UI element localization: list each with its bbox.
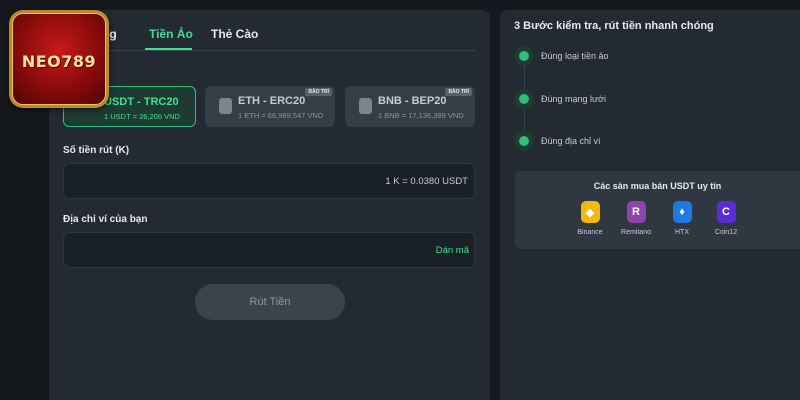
maintenance-badge: BẢO TRÌ [305, 88, 332, 96]
tab-crypto[interactable]: Tiền Ảo [149, 27, 193, 41]
exchange-name: Coin12 [714, 229, 738, 236]
coin-rate: 1 ETH = 66,989,547 VND [238, 111, 324, 120]
exchange-remitano[interactable]: R Remitano [616, 201, 656, 236]
wallet-label: Địa chỉ ví của bạn [63, 214, 148, 225]
exchange-list: Các sàn mua bán USDT uy tín ◆ Binance R … [515, 171, 800, 249]
coin-name: ETH - ERC20 [238, 95, 306, 107]
amount-input[interactable]: 1 K = 0.0380 USDT [63, 163, 475, 199]
amount-conversion: 1 K = 0.0380 USDT [385, 176, 468, 187]
tab-card[interactable]: Thẻ Cào [211, 27, 258, 41]
guide-panel: 3 Bước kiểm tra, rút tiền nhanh chóng Đú… [500, 10, 800, 400]
network-icon [514, 89, 534, 109]
tab-divider [63, 50, 475, 51]
wallet-icon [514, 131, 534, 151]
exchange-coin12[interactable]: C Coin12 [706, 201, 746, 236]
htx-icon: ♦ [672, 201, 692, 223]
wallet-address-input[interactable]: Dán mã [63, 232, 475, 268]
coin-eth-erc20[interactable]: BẢO TRÌ ETH - ERC20 1 ETH = 66,989,547 V… [205, 86, 335, 127]
coin-rate: 1 USDT = 26,206 VND [104, 112, 180, 121]
maintenance-badge: BẢO TRÌ [445, 88, 472, 96]
coin-name: BNB - BEP20 [378, 95, 447, 107]
neo789-logo: NEO789 [9, 10, 109, 108]
step-connector [524, 109, 525, 131]
step-text: Đúng địa chỉ ví [541, 136, 601, 146]
binance-icon: ◆ [580, 201, 600, 223]
step-text: Đúng mạng lưới [541, 94, 606, 104]
paste-button[interactable]: Dán mã [436, 245, 469, 256]
exchange-htx[interactable]: ♦ HTX [662, 201, 702, 236]
remitano-icon: R [626, 201, 646, 223]
coin-icon [514, 46, 534, 66]
coin12-icon: C [716, 201, 736, 223]
withdraw-panel: ng Tiền Ảo Thẻ Cào USDT - TRC20 1 USDT =… [49, 10, 490, 400]
logo-badge: NEO789 [12, 13, 106, 105]
exchange-list-title: Các sàn mua bán USDT uy tín [593, 181, 722, 191]
bnb-icon [359, 98, 372, 114]
coin-name: USDT - TRC20 [104, 96, 179, 108]
coin-bnb-bep20[interactable]: BẢO TRÌ BNB - BEP20 1 BNB = 17,136,399 V… [345, 86, 475, 127]
exchange-name: HTX [675, 229, 689, 236]
step-text: Đúng loại tiền ảo [541, 51, 609, 61]
exchange-name: Remitano [621, 229, 651, 236]
withdraw-button[interactable]: Rút Tiền [195, 284, 345, 320]
guide-title: 3 Bước kiểm tra, rút tiền nhanh chóng [514, 20, 714, 32]
exchange-binance[interactable]: ◆ Binance [570, 201, 610, 236]
tab-bar: ng Tiền Ảo Thẻ Cào [49, 10, 490, 51]
eth-icon [219, 98, 232, 114]
coin-rate: 1 BNB = 17,136,399 VND [378, 111, 464, 120]
step-connector [524, 66, 525, 91]
amount-label: Số tiền rút (K) [63, 145, 130, 156]
exchange-name: Binance [577, 229, 603, 236]
active-tab-indicator [145, 48, 192, 50]
logo-text: NEO789 [21, 52, 97, 71]
